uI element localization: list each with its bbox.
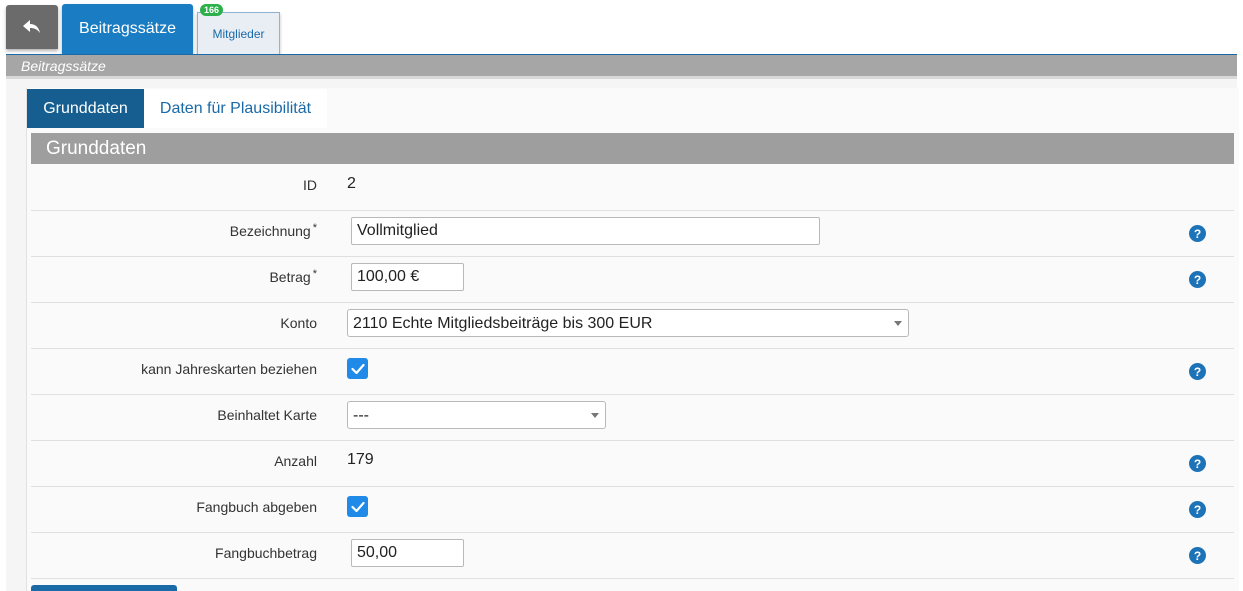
fangbuch-label: Fangbuch abgeben	[196, 499, 317, 515]
jahreskarten-checkbox[interactable]	[347, 358, 368, 379]
row-jahreskarten: kann Jahreskarten beziehen ?	[31, 349, 1234, 395]
tab-beitragssaetze-label: Beitragssätze	[79, 20, 176, 37]
save-button[interactable]	[31, 585, 177, 591]
karte-select[interactable]: ---	[347, 401, 606, 429]
back-button[interactable]	[6, 5, 58, 49]
row-betrag: Betrag* ?	[31, 257, 1234, 303]
bezeichnung-input[interactable]	[351, 217, 820, 245]
fangbuch-checkbox[interactable]	[347, 496, 368, 517]
section-title: Beitragssätze	[6, 55, 1237, 76]
bezeichnung-label: Bezeichnung *	[229, 222, 317, 239]
karte-selected-value: ---	[353, 407, 369, 424]
group-header: Grunddaten	[31, 133, 1234, 164]
chevron-down-icon	[894, 321, 902, 326]
tab-beitragssaetze[interactable]: Beitragssätze	[62, 4, 193, 54]
row-konto: Konto 2110 Echte Mitgliedsbeiträge bis 3…	[31, 303, 1234, 349]
reply-arrow-icon	[23, 20, 40, 33]
karte-label: Beinhaltet Karte	[217, 407, 317, 423]
id-value: 2	[347, 175, 356, 192]
fangbuchbetrag-label: Fangbuchbetrag	[215, 545, 317, 561]
required-marker: *	[312, 222, 317, 234]
subtab-grunddaten[interactable]: Grunddaten	[27, 89, 144, 128]
checkmark-icon	[350, 363, 365, 374]
help-icon[interactable]: ?	[1189, 225, 1206, 242]
id-label: ID	[303, 177, 317, 193]
subtab-plausibilitaet-label: Daten für Plausibilität	[159, 99, 312, 117]
row-fangbuch: Fangbuch abgeben ?	[31, 487, 1234, 533]
required-marker: *	[312, 268, 317, 280]
konto-select[interactable]: 2110 Echte Mitgliedsbeiträge bis 300 EUR	[347, 309, 909, 337]
subtab-grunddaten-label: Grunddaten	[43, 99, 128, 117]
help-icon[interactable]: ?	[1189, 455, 1206, 472]
member-count-badge: 166	[200, 4, 224, 16]
row-bezeichnung: Bezeichnung* ?	[31, 211, 1234, 257]
fangbuchbetrag-input[interactable]	[351, 539, 464, 567]
row-id: ID 2	[31, 165, 1234, 211]
row-fangbuchbetrag: Fangbuchbetrag ?	[31, 533, 1234, 579]
help-icon[interactable]: ?	[1189, 271, 1206, 288]
subtab-plausibilitaet[interactable]: Daten für Plausibilität	[144, 89, 327, 128]
betrag-label-text: Betrag	[269, 269, 311, 285]
help-icon[interactable]: ?	[1189, 363, 1206, 380]
konto-selected-value: 2110 Echte Mitgliedsbeiträge bis 300 EUR	[353, 315, 653, 332]
tab-mitglieder[interactable]: Mitglieder	[197, 12, 280, 54]
chevron-down-icon	[591, 413, 599, 418]
anzahl-value: 179	[347, 451, 374, 468]
bezeichnung-label-text: Bezeichnung	[229, 223, 311, 239]
row-anzahl: Anzahl 179 ?	[31, 441, 1234, 487]
page: Beitragssätze Mitglieder 166 Beitragssät…	[0, 0, 1243, 591]
checkmark-icon	[350, 501, 365, 512]
help-icon[interactable]: ?	[1189, 547, 1206, 564]
konto-label: Konto	[280, 315, 317, 331]
anzahl-label: Anzahl	[274, 453, 317, 469]
betrag-label: Betrag *	[269, 268, 317, 285]
jahreskarten-label: kann Jahreskarten beziehen	[141, 361, 317, 377]
tab-mitglieder-label: Mitglieder	[212, 26, 265, 41]
betrag-input[interactable]	[351, 263, 464, 291]
row-karte: Beinhaltet Karte ---	[31, 395, 1234, 441]
help-icon[interactable]: ?	[1189, 501, 1206, 518]
